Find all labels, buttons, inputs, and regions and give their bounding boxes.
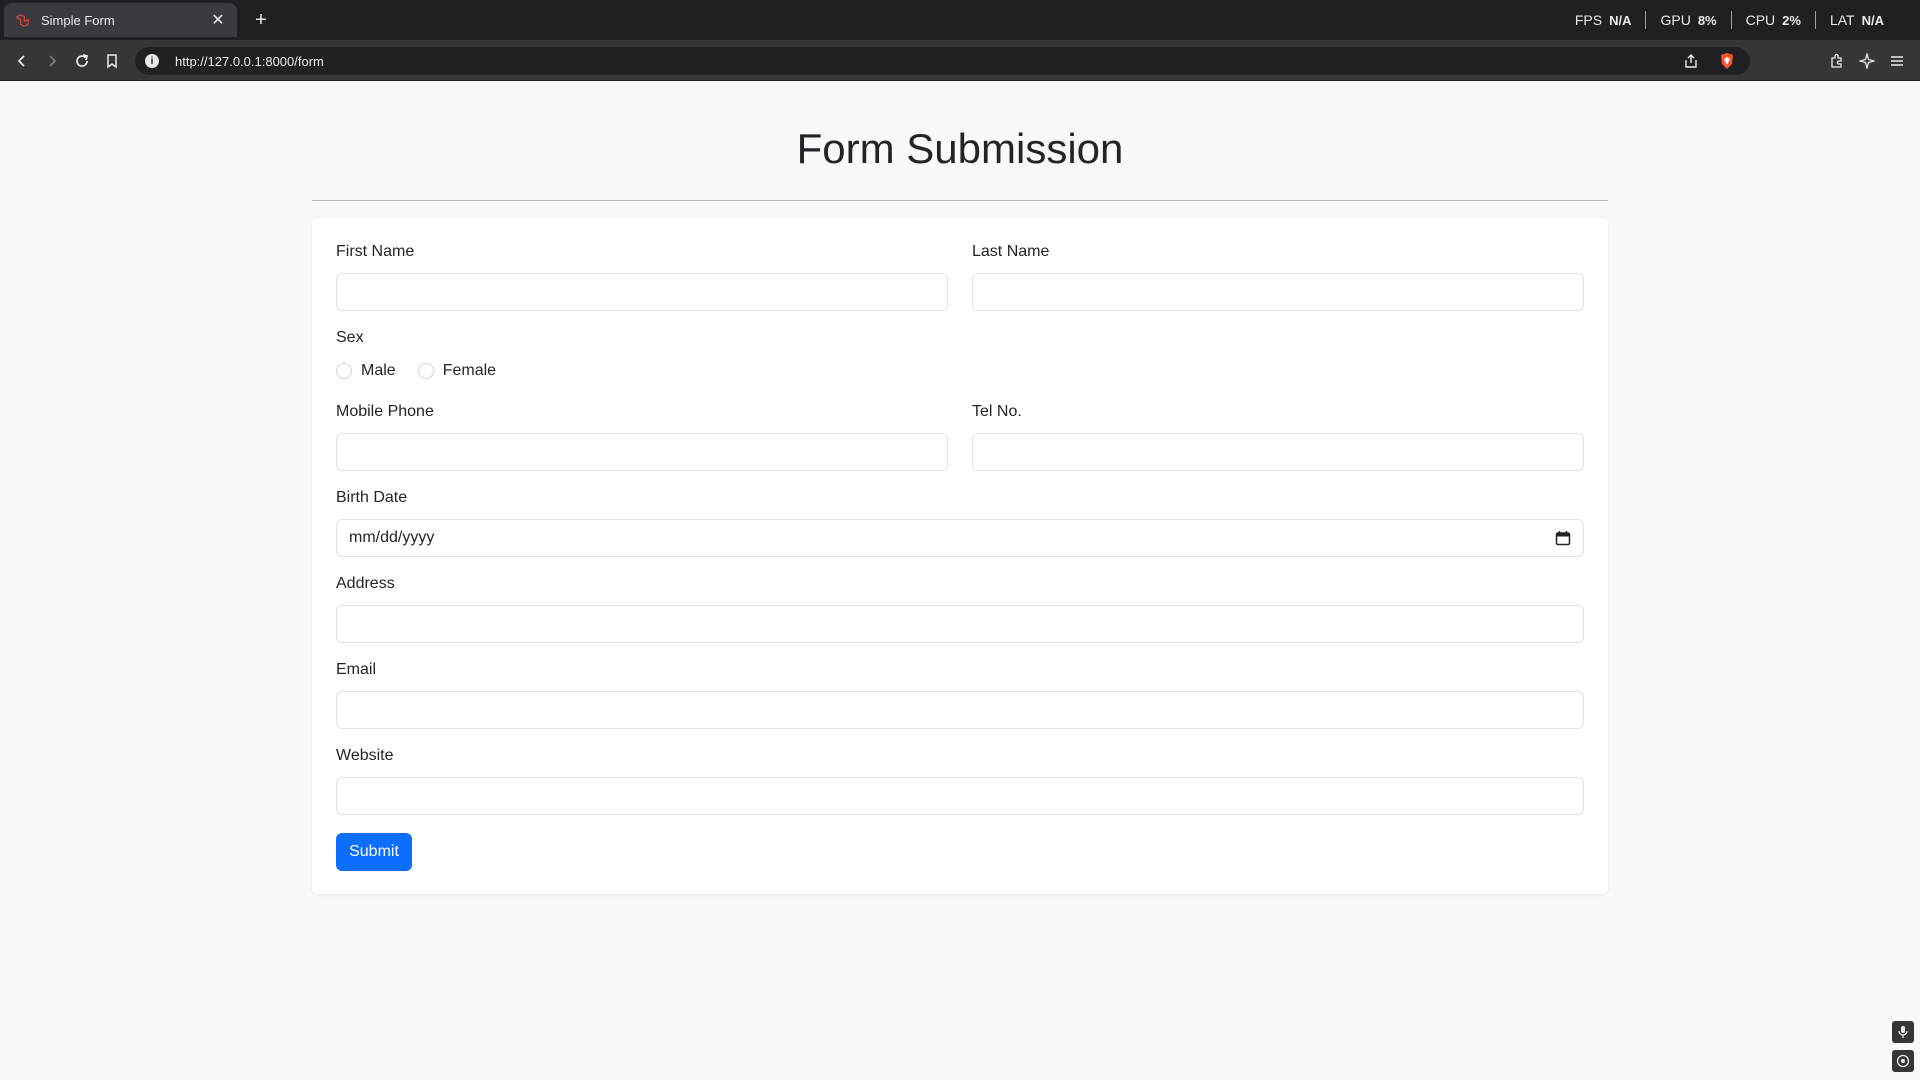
first-name-label: First Name	[336, 243, 415, 260]
laravel-icon	[14, 12, 31, 29]
female-label: Female	[442, 362, 497, 379]
email-label: Email	[336, 661, 377, 678]
birth-date-label: Birth Date	[336, 489, 408, 506]
microphone-icon	[1898, 1026, 1908, 1038]
tel-no-label: Tel No.	[972, 403, 1022, 420]
email-input[interactable]	[336, 691, 1584, 729]
male-radio[interactable]	[336, 363, 352, 379]
perf-cpu-value: 2%	[1782, 12, 1801, 28]
address-input[interactable]	[336, 605, 1584, 643]
last-name-input[interactable]	[972, 273, 1584, 311]
back-arrow-icon	[17, 55, 25, 67]
microphone-button[interactable]	[1892, 1021, 1914, 1043]
last-name-label: Last Name	[972, 243, 1050, 260]
back-button[interactable]	[9, 48, 35, 74]
radio-option-male[interactable]: Male	[336, 362, 396, 380]
female-radio[interactable]	[417, 363, 434, 379]
perf-gpu-label: GPU	[1660, 12, 1691, 28]
site-info-icon[interactable]: i	[145, 54, 159, 68]
reload-icon	[76, 54, 89, 67]
tab-simple-form[interactable]: Simple Form ✕	[4, 3, 237, 37]
menu-button[interactable]	[1884, 48, 1910, 74]
perf-cpu-label: CPU	[1745, 12, 1776, 28]
assistant-button[interactable]	[1892, 1050, 1914, 1072]
perf-gpu-value: 8%	[1697, 12, 1717, 28]
first-name-input[interactable]	[336, 273, 948, 311]
sparkle-icon	[1859, 53, 1875, 69]
leo-ai-button[interactable]	[1854, 48, 1880, 74]
bookmark-icon	[107, 54, 117, 69]
perf-lat: LAT N/A	[1814, 11, 1898, 29]
male-label: Male	[361, 362, 396, 379]
birth-date-input[interactable]: mm/dd/yyyy	[336, 519, 1584, 557]
address-bar[interactable]: i http://127.0.0.1:8000/form	[135, 47, 1750, 75]
address-label: Address	[336, 575, 395, 592]
mobile-phone-label: Mobile Phone	[336, 403, 434, 420]
reload-button[interactable]	[69, 48, 95, 74]
url-text[interactable]: http://127.0.0.1:8000/form	[175, 54, 1678, 69]
performance-overlay: FPS N/A GPU 8% CPU 2% LAT N/A	[1561, 0, 1898, 40]
close-tab-icon[interactable]: ✕	[209, 10, 227, 30]
new-tab-button[interactable]: +	[249, 8, 273, 32]
mobile-phone-input[interactable]	[336, 433, 948, 471]
tab-bar: Simple Form ✕ + FPS N/A GPU 8% CPU 2% LA…	[0, 0, 1920, 40]
page-title: Form Submission	[796, 125, 1124, 172]
perf-fps: FPS N/A	[1561, 11, 1646, 29]
perf-fps-value: N/A	[1609, 12, 1632, 28]
form-card: First Name Last Name Sex Male Female Mob…	[312, 218, 1608, 894]
bookmark-button[interactable]	[99, 48, 125, 74]
website-input[interactable]	[336, 777, 1584, 815]
perf-gpu: GPU 8%	[1645, 11, 1730, 29]
sex-label: Sex	[336, 329, 364, 346]
perf-fps-label: FPS	[1574, 12, 1603, 28]
website-label: Website	[336, 747, 394, 764]
target-icon	[1896, 1054, 1910, 1068]
calendar-icon[interactable]	[1555, 530, 1571, 546]
heading-divider	[312, 200, 1608, 201]
share-icon[interactable]	[1678, 48, 1704, 74]
forward-button[interactable]	[39, 48, 65, 74]
perf-cpu: CPU 2%	[1730, 11, 1815, 29]
hamburger-menu-icon	[1891, 56, 1903, 66]
submit-button[interactable]: Submit	[336, 833, 412, 871]
radio-option-female[interactable]: Female	[417, 362, 497, 380]
perf-lat-value: N/A	[1861, 12, 1884, 28]
forward-arrow-icon	[49, 55, 57, 67]
tab-title: Simple Form	[41, 12, 115, 28]
brave-shields-icon[interactable]	[1714, 48, 1740, 74]
perf-lat-label: LAT	[1829, 12, 1855, 28]
birth-date-placeholder: mm/dd/yyyy	[349, 529, 435, 546]
sex-radio-group: Male Female	[336, 362, 518, 380]
puzzle-icon	[1831, 53, 1842, 68]
extensions-button[interactable]	[1824, 48, 1850, 74]
page-content: Form Submission First Name Last Name Sex…	[0, 81, 1920, 1077]
tel-no-input[interactable]	[972, 433, 1584, 471]
browser-toolbar: i http://127.0.0.1:8000/form	[0, 40, 1920, 81]
